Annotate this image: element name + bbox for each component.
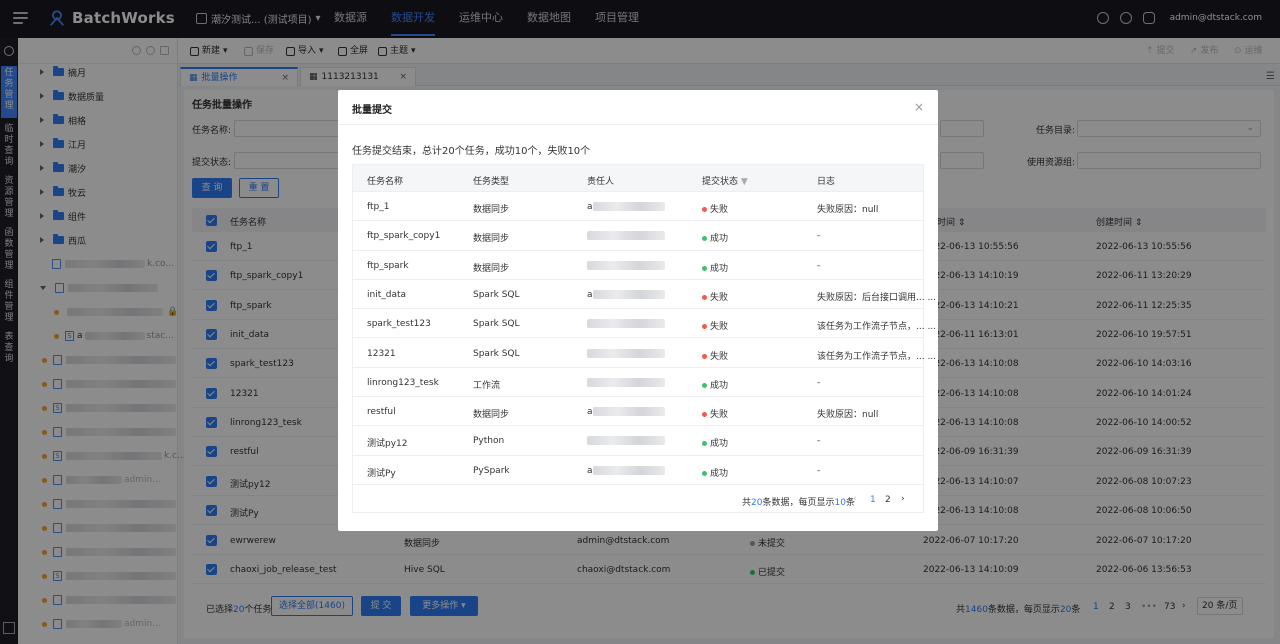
- result-task-type: Spark SQL: [473, 348, 520, 359]
- result-task-type: PySpark: [473, 465, 510, 476]
- col-owner: 责任人: [587, 177, 615, 187]
- result-row: init_data Spark SQL a 失败 失败原因：后台接口调用... ...: [353, 280, 936, 310]
- status-dot: [702, 207, 707, 212]
- result-status: 成功: [702, 231, 728, 244]
- redacted-owner: [593, 465, 665, 475]
- result-task-name: spark_test123: [367, 319, 431, 330]
- result-log: 该任务为工作流子节点，... ...: [817, 322, 937, 333]
- result-owner: a: [587, 289, 593, 300]
- result-task-name: ftp_spark_copy1: [367, 231, 441, 242]
- result-task-name: ftp_1: [367, 202, 390, 212]
- result-log: 失败原因：后台接口调用... ...: [817, 292, 937, 303]
- result-row: 12321 Spark SQL 失败 该任务为工作流子节点，... ...: [353, 339, 936, 368]
- result-owner: a: [587, 465, 593, 476]
- result-task-name: 测试Py: [367, 468, 396, 479]
- redacted-owner: [587, 377, 665, 387]
- result-row: linrong123_tesk 工作流 成功 -: [353, 368, 923, 398]
- result-task-name: 12321: [367, 348, 396, 359]
- result-status: 成功: [702, 378, 728, 391]
- result-log: -: [817, 260, 821, 271]
- result-task-type: 工作流: [473, 380, 501, 391]
- redacted-owner: [593, 202, 665, 211]
- result-row: restful 数据同步 a 失败 失败原因：null: [353, 397, 923, 427]
- result-task-type: 数据同步: [473, 263, 510, 274]
- filter-icon[interactable]: ▼: [741, 177, 748, 187]
- result-task-type: Spark SQL: [473, 319, 520, 330]
- result-task-name: ftp_spark: [367, 260, 409, 271]
- status-dot: [702, 294, 707, 300]
- redacted-owner: [587, 348, 665, 358]
- result-task-name: restful: [367, 407, 396, 418]
- result-status: 失败: [702, 407, 728, 420]
- result-task-name: 测试py12: [367, 439, 408, 450]
- result-total: 共20条数据，每页显示10条: [742, 498, 855, 508]
- result-owner: a: [587, 407, 593, 418]
- result-page-2[interactable]: 2: [885, 495, 891, 505]
- result-task-type: 数据同步: [473, 205, 510, 215]
- result-log: 失败原因：null: [817, 410, 879, 421]
- result-table: 任务名称 任务类型 责任人 提交状态 ▼ 日志 ftp_1 数据同步 a 失败 失败原因…: [352, 164, 936, 513]
- batch-submit-modal: 批量提交 × 任务提交结束，总计20个任务，成功10个，失败10个 任务名称 任…: [338, 90, 938, 531]
- next-page-icon[interactable]: ›: [901, 494, 905, 504]
- result-log: 该任务为工作流子节点，... ...: [817, 351, 937, 362]
- status-dot: [702, 470, 707, 476]
- result-log: -: [817, 377, 821, 388]
- result-status: 成功: [702, 466, 728, 479]
- result-status: 成功: [702, 436, 728, 449]
- redacted-owner: [593, 289, 665, 299]
- col-type: 任务类型: [473, 177, 510, 187]
- result-row: ftp_spark 数据同步 成功 -: [353, 251, 923, 280]
- modal-header: 批量提交 ×: [338, 90, 938, 125]
- result-log: -: [817, 436, 821, 447]
- prev-page-icon[interactable]: ‹: [853, 494, 857, 504]
- redacted-owner: [587, 231, 665, 241]
- result-task-type: Python: [473, 436, 505, 447]
- result-task-name: linrong123_tesk: [367, 377, 439, 388]
- status-dot: [702, 441, 707, 447]
- result-task-name: init_data: [367, 289, 407, 300]
- result-row: 测试Py PySpark a 成功 -: [353, 456, 923, 485]
- result-task-type: 数据同步: [473, 234, 510, 245]
- result-row: 测试py12 Python 成功 -: [353, 426, 923, 456]
- redacted-owner: [587, 260, 665, 270]
- result-page-1[interactable]: 1: [870, 495, 876, 505]
- result-status: 失败: [702, 349, 728, 362]
- submit-summary: 任务提交结束，总计20个任务，成功10个，失败10个: [352, 146, 591, 157]
- result-log: -: [817, 465, 821, 476]
- result-status: 失败: [702, 202, 728, 215]
- status-dot: [702, 382, 707, 388]
- result-status: 失败: [702, 319, 728, 332]
- result-table-header: 任务名称 任务类型 责任人 提交状态 ▼ 日志: [353, 165, 923, 192]
- col-name: 任务名称: [367, 177, 404, 187]
- status-dot: [702, 412, 707, 418]
- result-row: spark_test123 Spark SQL 失败 该任务为工作流子节点，... .…: [353, 309, 936, 339]
- result-pagination: 共20条数据，每页显示10条 ‹ 1 2 ›: [353, 485, 923, 513]
- status-dot: [702, 324, 707, 330]
- close-icon[interactable]: ×: [914, 100, 924, 114]
- result-log: 失败原因：null: [817, 205, 879, 215]
- result-status: 失败: [702, 290, 728, 303]
- result-task-type: Spark SQL: [473, 289, 520, 300]
- result-row: ftp_spark_copy1 数据同步 成功 -: [353, 221, 923, 251]
- col-status[interactable]: 提交状态 ▼: [702, 174, 748, 187]
- col-log: 日志: [817, 177, 836, 187]
- result-task-type: 数据同步: [473, 410, 510, 421]
- redacted-owner: [587, 436, 665, 446]
- status-dot: [702, 236, 707, 242]
- redacted-owner: [593, 407, 665, 417]
- status-dot: [702, 353, 707, 359]
- result-row: ftp_1 数据同步 a 失败 失败原因：null: [353, 192, 923, 222]
- result-log: -: [817, 231, 821, 242]
- modal-title: 批量提交: [352, 105, 392, 116]
- redacted-owner: [587, 319, 665, 329]
- status-dot: [702, 265, 707, 271]
- result-owner: a: [587, 202, 593, 212]
- result-status: 成功: [702, 261, 728, 274]
